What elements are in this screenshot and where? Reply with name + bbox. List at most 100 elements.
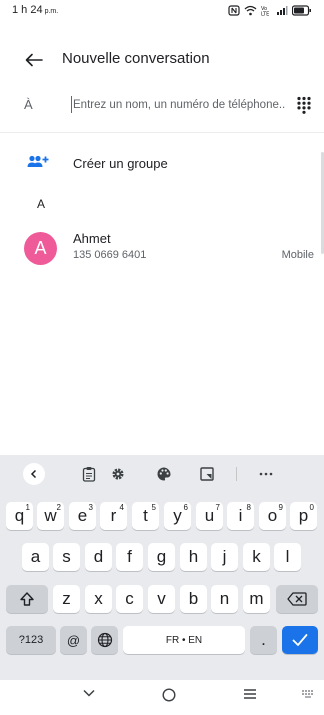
shift-key[interactable] — [6, 585, 48, 613]
key-hint: 2 — [56, 503, 61, 512]
key-v[interactable]: v — [148, 585, 175, 613]
enter-key[interactable] — [282, 626, 318, 654]
key-t[interactable]: t5 — [132, 502, 159, 530]
globe-icon — [97, 632, 112, 648]
key-label: p — [298, 506, 309, 525]
section-header: A — [37, 197, 46, 211]
contact-phone: 135 0669 6401 — [73, 249, 147, 261]
key-c[interactable]: c — [116, 585, 143, 613]
key-f[interactable]: f — [116, 543, 143, 571]
key-label: ?123 — [18, 634, 44, 646]
key-label: g — [156, 547, 167, 566]
key-hint: 8 — [246, 503, 251, 512]
wifi-icon — [244, 5, 257, 15]
key-e[interactable]: e3 — [69, 502, 96, 530]
chevron-left-icon — [30, 469, 37, 479]
key-l[interactable]: l — [274, 543, 301, 571]
key-label: b — [188, 589, 199, 608]
key-x[interactable]: x — [85, 585, 112, 613]
key-hint: 0 — [309, 503, 314, 512]
recipient-row: À — [0, 90, 324, 120]
key-o[interactable]: o9 — [259, 502, 286, 530]
key-label: z — [62, 589, 71, 608]
backspace-key[interactable] — [276, 585, 318, 613]
key-label: d — [93, 547, 104, 566]
key-label: u — [204, 506, 215, 525]
circle-icon — [162, 688, 176, 702]
key-j[interactable]: j — [211, 543, 238, 571]
divider — [0, 132, 324, 133]
key-w[interactable]: w2 — [37, 502, 64, 530]
app-bar: Nouvelle conversation — [0, 40, 324, 80]
key-label: a — [30, 547, 41, 566]
key-label: r — [110, 506, 117, 525]
key-hint: 3 — [88, 503, 93, 512]
create-group-button[interactable]: Créer un groupe — [0, 150, 310, 178]
dialpad-button[interactable] — [296, 96, 312, 114]
contact-list-item[interactable]: A Ahmet 135 0669 6401 Mobile — [0, 228, 324, 268]
language-key[interactable] — [91, 626, 118, 654]
more-options-button[interactable] — [255, 463, 277, 485]
clipboard-button[interactable] — [78, 463, 100, 485]
key-y[interactable]: y6 — [164, 502, 191, 530]
palette-icon — [157, 467, 171, 481]
nav-menu-button[interactable] — [243, 688, 257, 700]
create-group-label: Créer un groupe — [73, 156, 168, 171]
back-button[interactable] — [20, 50, 48, 70]
key-label: c — [125, 589, 134, 608]
page-title: Nouvelle conversation — [62, 50, 210, 67]
theme-button[interactable] — [153, 463, 175, 485]
clipboard-icon — [82, 467, 96, 482]
key-d[interactable]: d — [85, 543, 112, 571]
nav-home-button[interactable] — [162, 688, 176, 702]
nav-hide-keyboard-button[interactable] — [82, 688, 96, 698]
status-bar: 1 h 24 p.m. Vo LTE — [0, 0, 324, 20]
at-key[interactable]: @ — [60, 626, 87, 654]
toolbar-collapse-button[interactable] — [23, 463, 45, 485]
status-time: 1 h 24 p.m. — [12, 4, 58, 16]
key-label: f — [127, 547, 132, 566]
key-label: n — [219, 589, 230, 608]
key-label: x — [94, 589, 103, 608]
key-label: . — [261, 630, 266, 649]
key-a[interactable]: a — [22, 543, 49, 571]
keyboard: q1 w2 e3 r4 t5 y6 u7 i8 o9 p0 a s d f g … — [0, 455, 324, 680]
key-label: k — [252, 547, 261, 566]
shift-icon — [20, 592, 34, 606]
key-u[interactable]: u7 — [196, 502, 223, 530]
key-h[interactable]: h — [180, 543, 207, 571]
symbols-key[interactable]: ?123 — [6, 626, 56, 654]
key-hint: 6 — [183, 503, 188, 512]
key-k[interactable]: k — [243, 543, 270, 571]
navigation-bar — [0, 680, 324, 715]
more-horizontal-icon — [259, 472, 273, 476]
key-label: t — [143, 506, 148, 525]
space-key[interactable]: FR • EN — [123, 626, 245, 654]
status-time-suffix: p.m. — [44, 8, 59, 15]
key-hint: 1 — [25, 503, 30, 512]
key-r[interactable]: r4 — [100, 502, 127, 530]
key-q[interactable]: q1 — [6, 502, 33, 530]
period-key[interactable]: . — [250, 626, 277, 654]
key-z[interactable]: z — [53, 585, 80, 613]
nav-keyboard-switch-button[interactable] — [301, 688, 315, 698]
resize-icon — [200, 467, 214, 481]
key-b[interactable]: b — [180, 585, 207, 613]
resize-keyboard-button[interactable] — [196, 463, 218, 485]
arrow-back-icon — [25, 53, 43, 67]
key-n[interactable]: n — [211, 585, 238, 613]
key-m[interactable]: m — [243, 585, 270, 613]
volte-icon: VoLTE — [261, 6, 269, 16]
key-g[interactable]: g — [148, 543, 175, 571]
check-icon — [292, 634, 308, 646]
recipient-input[interactable] — [73, 95, 285, 115]
key-s[interactable]: s — [53, 543, 80, 571]
key-hint: 4 — [119, 503, 124, 512]
key-label: q — [14, 506, 25, 525]
key-p[interactable]: p0 — [290, 502, 317, 530]
settings-button[interactable] — [107, 463, 129, 485]
key-i[interactable]: i8 — [227, 502, 254, 530]
dialpad-icon — [297, 96, 311, 114]
gear-icon — [112, 468, 124, 480]
key-label: v — [157, 589, 166, 608]
